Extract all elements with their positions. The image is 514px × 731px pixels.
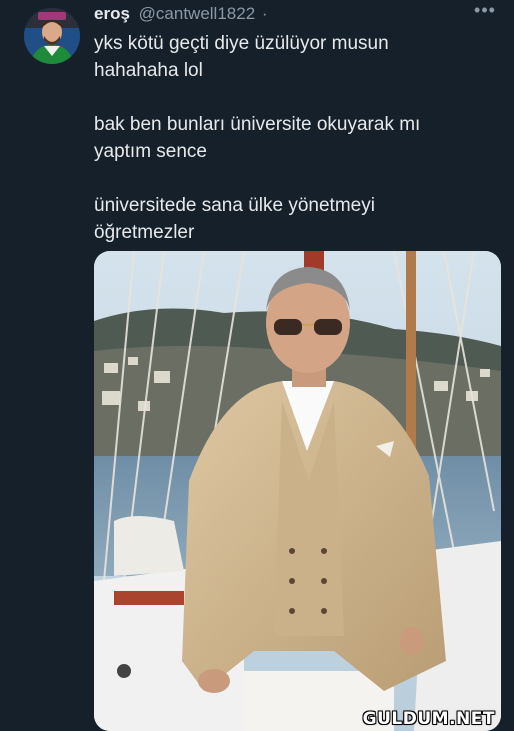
separator-dot: · [261,4,268,23]
tweet-line: üniversitede sana ülke yönetmeyi [94,195,375,216]
tweet-line: yks kötü geçti diye üzülüyor musun [94,33,389,54]
user-handle[interactable]: @cantwell1822 [139,4,256,23]
tweet: eroş @cantwell1822 · ••• yks kötü geçti … [0,0,514,731]
photo-image [94,251,501,731]
tweet-line: yaptım sence [94,141,207,162]
tweet-photo[interactable]: GULDUM.NET [94,251,501,731]
tweet-line: bak ben bunları üniversite okuyarak mı [94,114,421,135]
tweet-line: öğretmezler [94,222,195,243]
tweet-paragraph: bak ben bunları üniversite okuyarak mı y… [94,111,494,165]
tweet-text: yks kötü geçti diye üzülüyor musun hahah… [94,30,494,246]
tweet-header: eroş @cantwell1822 · ••• [94,0,500,26]
more-dots-icon: ••• [474,0,496,20]
more-options-button[interactable]: ••• [470,0,500,22]
watermark-logo: GULDUM.NET [362,709,495,729]
display-name[interactable]: eroş [94,4,130,23]
tweet-paragraph: yks kötü geçti diye üzülüyor musun hahah… [94,30,494,84]
avatar-image [24,8,80,64]
tweet-line: hahahaha lol [94,60,203,81]
avatar[interactable] [24,8,80,64]
tweet-paragraph: üniversitede sana ülke yönetmeyi öğretme… [94,192,494,246]
